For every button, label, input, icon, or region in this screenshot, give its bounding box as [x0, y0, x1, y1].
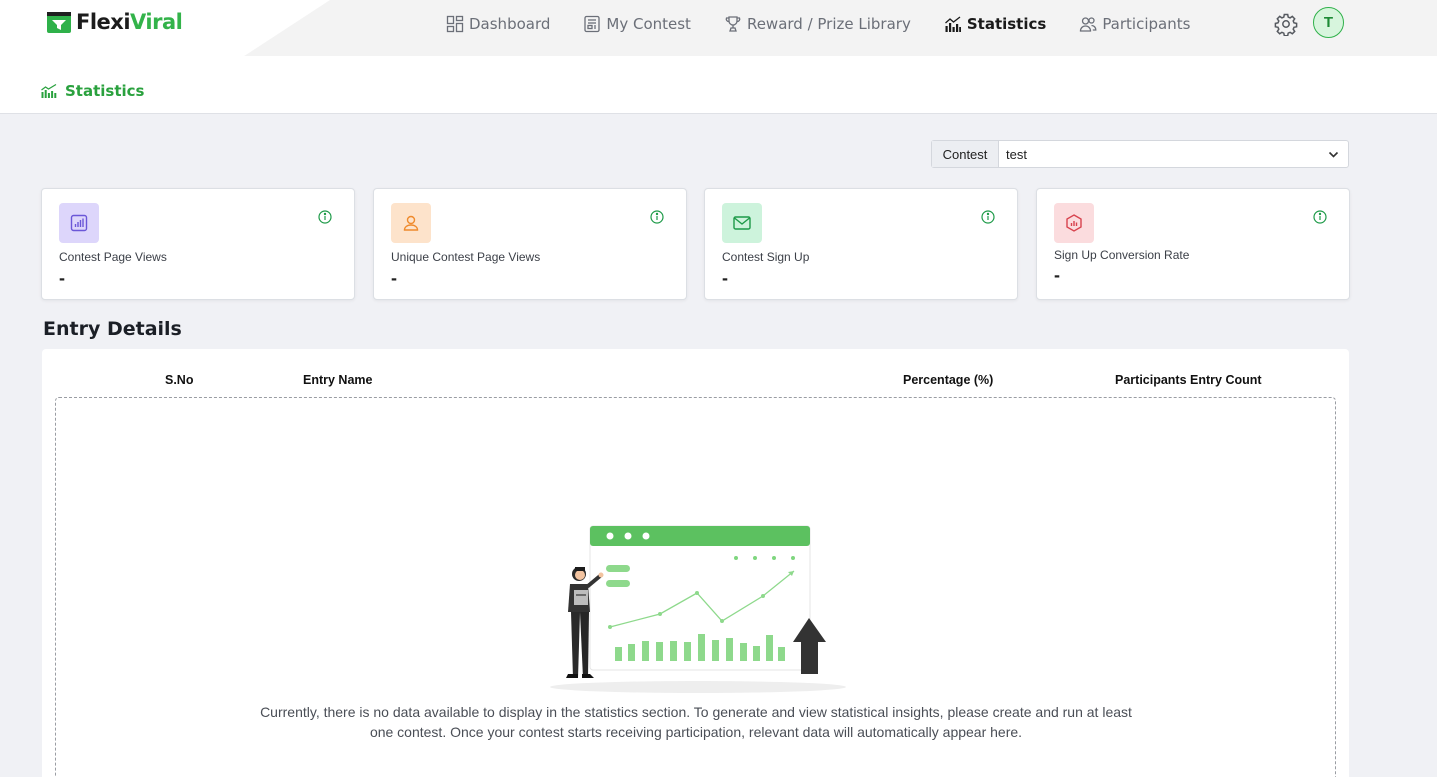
info-icon[interactable] [981, 210, 995, 224]
nav-dashboard[interactable]: Dashboard [446, 15, 550, 33]
entry-details-panel: S.No Entry Name Percentage (%) Participa… [42, 349, 1349, 777]
contest-select-value[interactable]: test [999, 141, 1348, 167]
conversion-hexagon-icon [1054, 203, 1094, 243]
user-icon [391, 203, 431, 243]
stat-card-value: - [391, 268, 397, 288]
flexiviral-logo-icon [47, 12, 71, 33]
envelope-icon [722, 203, 762, 243]
nav-my-contest-label: My Contest [606, 15, 691, 33]
stat-card-title: Sign Up Conversion Rate [1054, 248, 1190, 262]
brand-name-part2: Viral [130, 10, 183, 34]
stat-card-value: - [1054, 265, 1060, 285]
contest-select-label: Contest [932, 141, 999, 167]
stat-card-value: - [59, 268, 65, 288]
trophy-icon [725, 16, 741, 32]
nav-statistics-label: Statistics [966, 15, 1047, 33]
stat-card-sign-up: Contest Sign Up - [704, 188, 1018, 300]
nav-reward-library[interactable]: Reward / Prize Library [724, 15, 911, 33]
nav-reward-label: Reward / Prize Library [746, 15, 911, 33]
info-icon[interactable] [318, 210, 332, 224]
empty-state-box: Currently, there is no data available to… [55, 397, 1336, 777]
brand-name: FlexiViral [76, 10, 183, 34]
info-icon[interactable] [1313, 210, 1327, 224]
empty-state-message: Currently, there is no data available to… [260, 704, 1132, 740]
column-header-entry-name: Entry Name [303, 373, 373, 387]
page-title: Statistics [65, 82, 145, 100]
avatar[interactable]: T [1313, 7, 1344, 38]
entry-details-title: Entry Details [43, 318, 182, 340]
stat-card-title: Contest Page Views [59, 250, 167, 264]
app-logo[interactable]: FlexiViral [46, 10, 183, 34]
chevron-down-icon[interactable] [1327, 148, 1340, 161]
column-header-sno: S.No [165, 373, 194, 387]
page-header: Statistics [0, 56, 1437, 114]
page-views-chart-icon [59, 203, 99, 243]
breadcrumb: Statistics [41, 82, 144, 100]
nav-statistics[interactable]: Statistics [944, 15, 1046, 33]
nav-participants-label: Participants [1102, 15, 1191, 33]
column-header-percentage: Percentage (%) [903, 373, 994, 387]
stat-card-title: Contest Sign Up [722, 250, 810, 264]
stat-card-page-views: Contest Page Views - [41, 188, 355, 300]
contest-select[interactable]: Contest test [931, 140, 1349, 168]
empty-statistics-illustration [550, 525, 846, 693]
stat-card-conversion-rate: Sign Up Conversion Rate - [1036, 188, 1350, 300]
contest-list-icon [584, 15, 601, 33]
top-navbar: FlexiViral Dashboard My Contest Reward /… [0, 0, 1437, 56]
users-icon [1080, 17, 1097, 32]
bar-chart-icon [944, 16, 961, 32]
nav-dashboard-label: Dashboard [469, 15, 551, 33]
nav-my-contest[interactable]: My Contest [583, 15, 691, 33]
brand-name-part1: Flexi [76, 10, 131, 34]
bar-chart-icon [41, 84, 57, 98]
stat-card-value: - [722, 268, 728, 288]
stat-card-unique-page-views: Unique Contest Page Views - [373, 188, 687, 300]
info-icon[interactable] [650, 210, 664, 224]
main-nav: Dashboard My Contest Reward / Prize Libr… [446, 0, 1190, 48]
stat-card-title: Unique Contest Page Views [391, 250, 541, 264]
gear-icon[interactable] [1274, 12, 1298, 36]
column-header-participants-entry-count: Participants Entry Count [1115, 373, 1262, 387]
dashboard-grid-icon [446, 15, 464, 33]
nav-participants[interactable]: Participants [1079, 15, 1190, 33]
